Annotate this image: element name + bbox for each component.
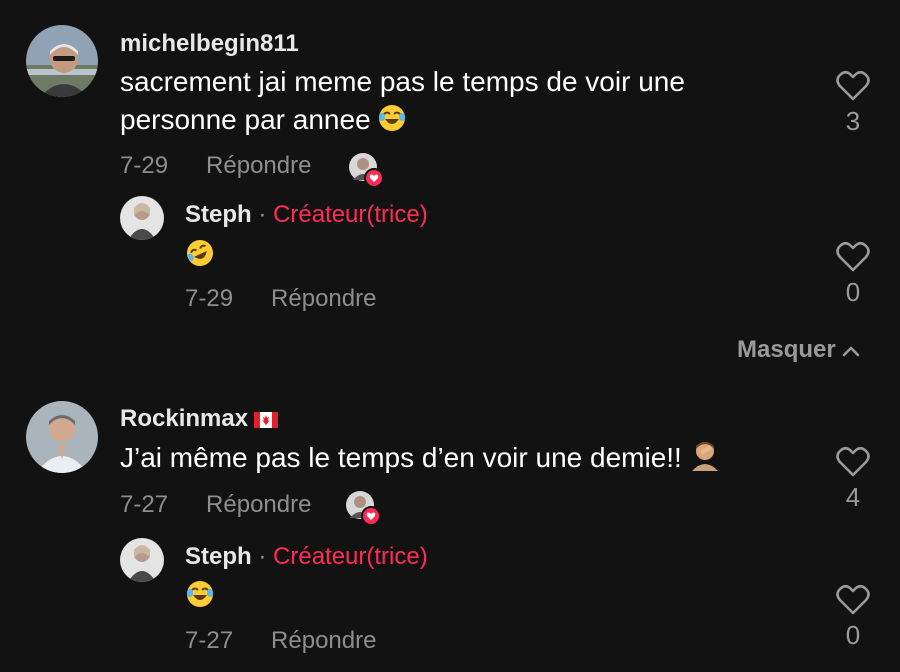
heart-outline-icon [836,70,870,101]
like-button[interactable]: 0 [833,241,873,308]
reply-meta: 7-27 Répondre [185,627,376,655]
rolling-on-the-floor-laughing-icon [185,238,215,273]
like-button[interactable]: 0 [833,584,873,651]
creator-badge: Créateur(trice) [273,201,428,228]
avatar-steph[interactable] [120,538,164,582]
like-count: 4 [845,482,861,512]
reply-button[interactable]: Répondre [206,491,311,518]
reply-username[interactable]: Steph · Créateur(trice) [185,543,428,571]
reply-button[interactable]: Répondre [271,285,376,312]
reply-username[interactable]: Steph · Créateur(trice) [185,201,428,229]
chevron-up-icon [842,346,860,356]
heart-outline-icon [836,446,870,477]
heart-outline-icon [836,241,870,272]
face-with-tears-of-joy-icon [377,103,407,143]
like-button[interactable]: 4 [833,446,873,513]
comment-text: J’ai même pas le temps d’en voir une dem… [120,439,820,481]
reply-date: 7-29 [185,285,234,312]
comment-date: 7-29 [120,152,169,179]
avatar-michelbegin811[interactable] [26,25,98,97]
like-count: 3 [845,106,861,136]
reply-button[interactable]: Répondre [206,152,311,179]
comment-date: 7-27 [120,491,169,518]
avatar-rockinmax[interactable] [26,401,98,473]
creator-liked-avatar [345,490,381,526]
reply-meta: 7-29 Répondre [185,285,376,313]
comment-username[interactable]: Rockinmax [120,405,279,435]
reply-date: 7-27 [185,627,234,654]
like-count: 0 [845,620,861,650]
comment-text: sacrement jai meme pas le temps de voir … [120,63,760,143]
comment-meta: 7-27 Répondre [120,491,311,519]
face-with-tears-of-joy-icon [185,579,215,614]
comment-username[interactable]: michelbegin811 [120,30,299,58]
heart-outline-icon [836,584,870,615]
canada-flag-icon [254,407,279,435]
hide-replies-button[interactable]: Masquer [737,336,860,364]
creator-badge: Créateur(trice) [273,543,428,570]
creator-liked-avatar [348,152,384,188]
man-facepalming-icon [688,439,722,481]
reply-button[interactable]: Répondre [271,627,376,654]
like-count: 0 [845,277,861,307]
like-button[interactable]: 3 [833,70,873,137]
avatar-steph[interactable] [120,196,164,240]
comment-meta: 7-29 Répondre [120,152,311,180]
